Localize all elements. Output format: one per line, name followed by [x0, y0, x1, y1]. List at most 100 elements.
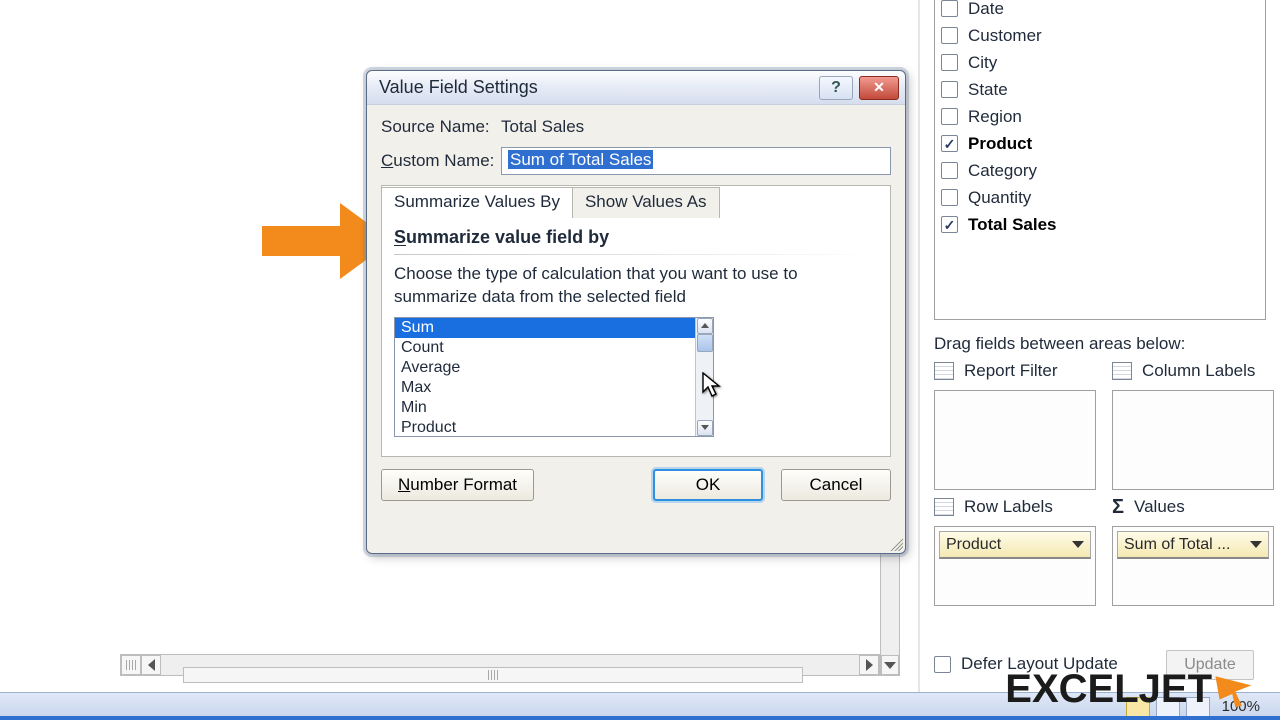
triangle-up-icon: [701, 323, 709, 328]
logo-cursor-icon: [1215, 670, 1254, 709]
custom-name-label: Custom Name:: [381, 151, 501, 171]
summarize-description: Choose the type of calculation that you …: [394, 263, 878, 309]
checkbox-icon[interactable]: [941, 216, 958, 233]
number-format-button[interactable]: Number Format: [381, 469, 534, 501]
field-label: Region: [968, 107, 1022, 127]
field-list: Date Customer City State Region Product …: [934, 0, 1266, 320]
logo-text: EXCELJET: [1005, 667, 1212, 712]
field-item-product[interactable]: Product: [941, 130, 1259, 157]
list-item[interactable]: Max: [395, 378, 695, 398]
area-column-labels: Column Labels: [1112, 358, 1274, 490]
chip-label: Product: [946, 536, 1001, 554]
checkbox-icon[interactable]: [941, 81, 958, 98]
areas-label: Drag fields between areas below:: [934, 334, 1185, 354]
list-item[interactable]: Average: [395, 358, 695, 378]
area-row-labels: Row Labels Product: [934, 494, 1096, 606]
scroll-down-button[interactable]: [881, 655, 899, 675]
sigma-icon: Σ: [1112, 496, 1124, 519]
field-label: State: [968, 80, 1008, 100]
scroll-thumb[interactable]: [183, 667, 803, 683]
field-label: Customer: [968, 26, 1042, 46]
field-label: City: [968, 53, 997, 73]
list-item[interactable]: Sum: [395, 318, 695, 338]
chevron-down-icon: [1250, 541, 1262, 548]
field-item-region[interactable]: Region: [941, 103, 1259, 130]
field-label: Category: [968, 161, 1037, 181]
summarize-heading: Summarize value field by: [394, 227, 878, 248]
area-heading: Column Labels: [1142, 361, 1255, 381]
close-button[interactable]: [859, 76, 899, 100]
field-label: Total Sales: [968, 215, 1057, 235]
chip-value-sum-total[interactable]: Sum of Total ...: [1117, 531, 1269, 559]
list-item[interactable]: Min: [395, 398, 695, 418]
pivottable-field-list-pane: Date Customer City State Region Product …: [918, 0, 1278, 716]
chip-row-product[interactable]: Product: [939, 531, 1091, 559]
help-button[interactable]: [819, 76, 853, 100]
column-labels-icon: [1112, 362, 1132, 380]
cancel-button[interactable]: Cancel: [781, 469, 891, 501]
dropzone-report-filter[interactable]: [934, 390, 1096, 490]
field-label: Date: [968, 0, 1004, 19]
tab-summarize-values-by[interactable]: Summarize Values By: [381, 187, 573, 218]
checkbox-icon[interactable]: [941, 189, 958, 206]
dialog-title: Value Field Settings: [379, 77, 538, 98]
scroll-thumb[interactable]: [697, 334, 713, 352]
thumb-grip-icon: [488, 670, 499, 680]
field-item-city[interactable]: City: [941, 49, 1259, 76]
resize-grip-icon[interactable]: [887, 535, 903, 551]
triangle-down-icon: [701, 425, 709, 430]
value-field-settings-dialog: Value Field Settings Source Name: Total …: [366, 70, 906, 554]
exceljet-logo: EXCELJET: [1005, 667, 1252, 712]
field-item-category[interactable]: Category: [941, 157, 1259, 184]
chip-label: Sum of Total ...: [1124, 536, 1230, 554]
tabs-container: Summarize Values By Show Values As Summa…: [381, 185, 891, 457]
area-heading: Values: [1134, 497, 1185, 517]
checkbox-icon[interactable]: [941, 54, 958, 71]
field-item-customer[interactable]: Customer: [941, 22, 1259, 49]
dropzone-row-labels[interactable]: Product: [934, 526, 1096, 606]
field-label: Quantity: [968, 188, 1031, 208]
field-item-state[interactable]: State: [941, 76, 1259, 103]
defer-checkbox[interactable]: [934, 656, 951, 673]
checkbox-icon[interactable]: [941, 0, 958, 17]
dropzone-column-labels[interactable]: [1112, 390, 1274, 490]
split-grip-icon: [126, 660, 137, 670]
triangle-left-icon: [148, 659, 155, 671]
source-name-value: Total Sales: [501, 117, 584, 137]
row-labels-icon: [934, 498, 954, 516]
checkbox-icon[interactable]: [941, 162, 958, 179]
tab-content-summarize: Summarize value field by Choose the type…: [382, 217, 890, 445]
checkbox-icon[interactable]: [941, 27, 958, 44]
field-label: Product: [968, 134, 1032, 154]
worksheet-horizontal-scrollbar[interactable]: [120, 654, 880, 676]
list-item[interactable]: Count: [395, 338, 695, 358]
scroll-left-button[interactable]: [141, 655, 161, 675]
checkbox-icon[interactable]: [941, 108, 958, 125]
custom-name-input[interactable]: Sum of Total Sales: [501, 147, 891, 175]
field-item-quantity[interactable]: Quantity: [941, 184, 1259, 211]
field-item-date[interactable]: Date: [941, 0, 1259, 22]
chevron-down-icon: [1072, 541, 1084, 548]
area-heading: Report Filter: [964, 361, 1058, 381]
dropzone-values[interactable]: Sum of Total ...: [1112, 526, 1274, 606]
scroll-down-button[interactable]: [697, 420, 713, 436]
listbox-scrollbar[interactable]: [695, 318, 713, 436]
area-heading: Row Labels: [964, 497, 1053, 517]
area-values: Σ Values Sum of Total ...: [1112, 494, 1274, 606]
triangle-right-icon: [866, 659, 873, 671]
checkbox-icon[interactable]: [941, 135, 958, 152]
list-item[interactable]: Product: [395, 418, 695, 436]
scroll-split-handle[interactable]: [121, 655, 141, 675]
report-filter-icon: [934, 362, 954, 380]
area-report-filter: Report Filter: [934, 358, 1096, 490]
scroll-up-button[interactable]: [697, 318, 713, 334]
field-item-total-sales[interactable]: Total Sales: [941, 211, 1259, 238]
custom-name-selection: Sum of Total Sales: [508, 150, 653, 169]
scroll-right-button[interactable]: [859, 655, 879, 675]
triangle-down-icon: [884, 662, 896, 669]
source-name-label: Source Name:: [381, 117, 501, 137]
dialog-titlebar[interactable]: Value Field Settings: [367, 71, 905, 105]
calculation-listbox[interactable]: Sum Count Average Max Min Product: [394, 317, 714, 437]
tab-show-values-as[interactable]: Show Values As: [572, 187, 720, 218]
ok-button[interactable]: OK: [653, 469, 763, 501]
